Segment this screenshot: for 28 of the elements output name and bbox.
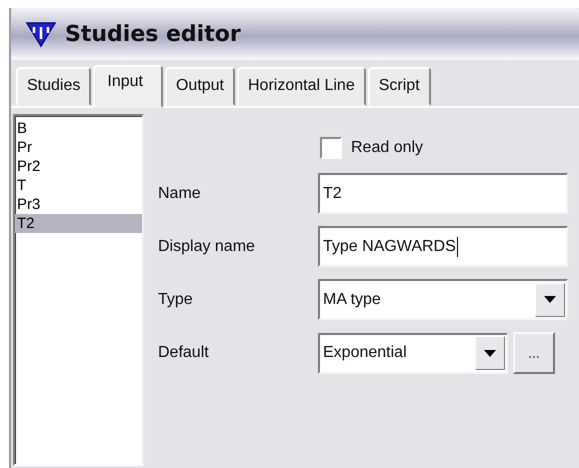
tab[interactable]: Output xyxy=(164,67,235,106)
text-cursor xyxy=(456,236,458,256)
triangle-down-icon xyxy=(544,296,556,303)
checkbox[interactable] xyxy=(320,137,342,159)
field-label: Type xyxy=(158,290,194,308)
dropdown-arrow-button[interactable] xyxy=(535,282,565,316)
list-item[interactable]: Pr3 xyxy=(15,195,142,214)
list-item[interactable]: Pr xyxy=(15,138,142,157)
list-item[interactable]: T2 xyxy=(15,214,142,233)
tab[interactable]: Script xyxy=(368,67,431,106)
field-label: Name xyxy=(158,184,202,202)
field-label: Default xyxy=(158,344,210,362)
app-logo-icon xyxy=(25,20,57,48)
triangle-down-icon xyxy=(484,350,496,356)
list-item[interactable]: Pr2 xyxy=(15,157,142,176)
checkbox-label: Read only xyxy=(351,139,424,157)
text-field[interactable]: T2 xyxy=(318,173,568,214)
tab[interactable]: Input xyxy=(93,65,163,108)
dropdown[interactable]: MA type xyxy=(318,279,568,320)
tab[interactable]: Horizontal Line xyxy=(237,67,366,106)
list-item[interactable]: T xyxy=(15,176,142,195)
field-label: Display name xyxy=(158,238,256,256)
text-field[interactable]: Type NAGWARDS xyxy=(318,226,568,267)
dropdown-arrow-button[interactable] xyxy=(475,336,505,370)
tab[interactable]: Studies xyxy=(16,67,92,106)
dropdown[interactable]: Exponential xyxy=(318,332,508,374)
window-title: Studies editor xyxy=(65,22,241,46)
list-item[interactable]: B xyxy=(15,119,142,138)
